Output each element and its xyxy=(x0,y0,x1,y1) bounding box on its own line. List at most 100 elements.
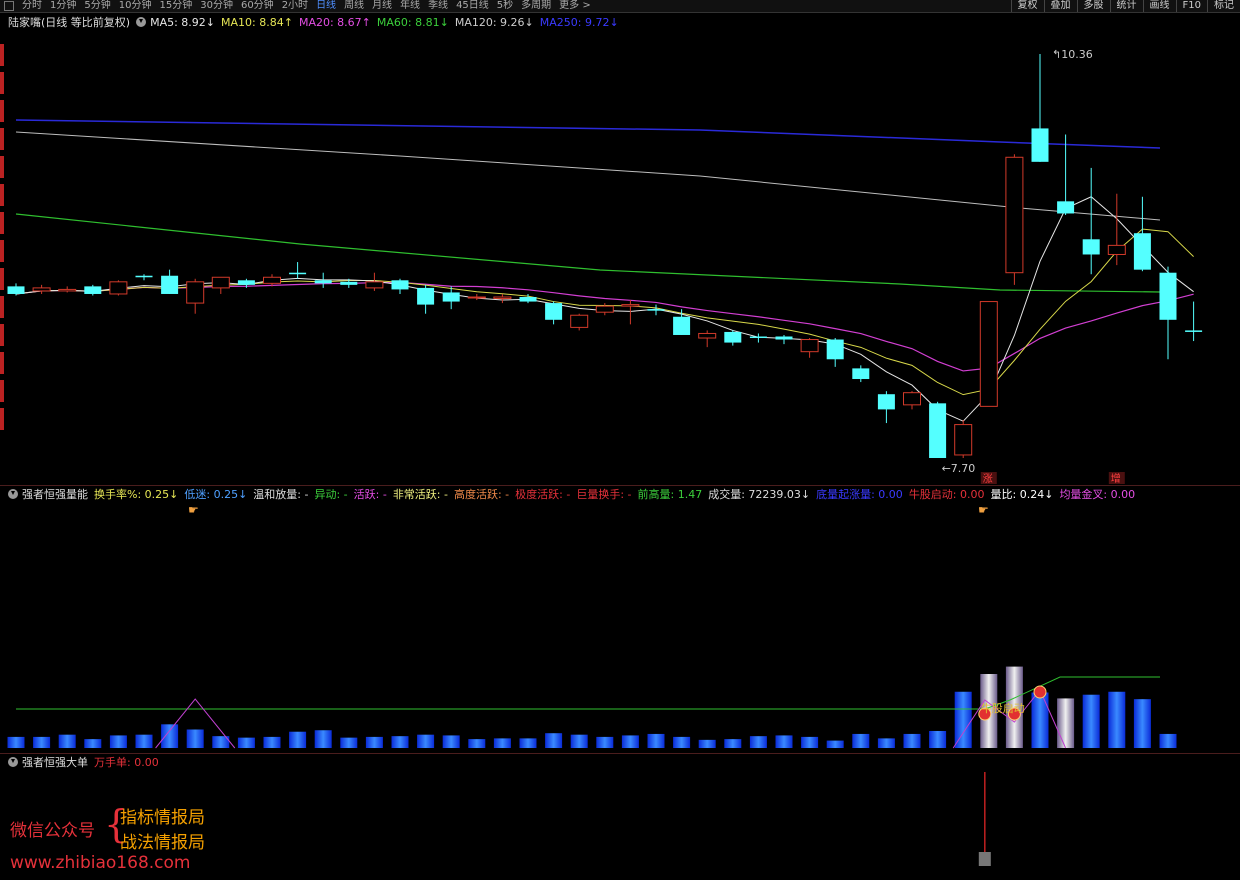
candle-body-up xyxy=(186,281,205,304)
candle-body-down xyxy=(1082,239,1100,255)
volume-bar xyxy=(929,730,947,748)
volume-bar xyxy=(109,735,127,748)
pointer-hand-icon: ☛ xyxy=(188,503,199,517)
ma120-line xyxy=(15,131,1161,221)
candle-body-down xyxy=(237,280,255,285)
ma250-line xyxy=(15,119,1161,149)
bigorder-marker xyxy=(978,852,991,866)
candle-body-up xyxy=(58,288,77,292)
bigorder-options-button[interactable] xyxy=(8,757,18,767)
volume-bar xyxy=(340,737,358,748)
volume-bar xyxy=(33,736,51,748)
volume-bar xyxy=(1057,698,1075,748)
candle-body-up xyxy=(1005,156,1024,274)
candle-body-up xyxy=(32,287,51,292)
volume-legend-item: 异动: - xyxy=(314,488,348,501)
volume-bar xyxy=(365,736,383,748)
bull-start-label: 牛股启动 xyxy=(981,701,1025,715)
volume-bar xyxy=(724,739,742,748)
candle-body-down xyxy=(929,403,947,458)
volume-bar xyxy=(1133,699,1151,748)
candle-body-down xyxy=(340,281,358,285)
candle-body-down xyxy=(391,280,409,290)
candle-body-up xyxy=(954,424,973,456)
volume-bar xyxy=(545,733,563,748)
candle-body-down xyxy=(161,275,179,294)
volume-legend: 强者恒强量能 换手率%: 0.25↓ 低迷: 0.25↓ 温和放量: - 异动: - 活… xyxy=(8,486,1141,502)
candle-body-down xyxy=(877,394,895,410)
volume-bar xyxy=(570,734,588,748)
low-price-label: ←7.70 xyxy=(942,462,976,475)
volume-bar xyxy=(314,730,332,748)
candle-body-down xyxy=(749,336,767,339)
candle-body-down xyxy=(673,316,691,335)
wechat-label: 微信公众号 xyxy=(10,821,95,841)
candle-body-down xyxy=(314,280,332,284)
volume-bar xyxy=(826,740,844,748)
candle-body-down xyxy=(852,368,870,380)
volume-options-button[interactable] xyxy=(8,489,18,499)
volume-bar xyxy=(493,738,511,748)
watermark-site: www.zhibiao168.com xyxy=(10,853,191,873)
volume-bar xyxy=(621,735,639,748)
volume-indicator-title: 强者恒强量能 xyxy=(22,488,88,501)
volume-legend-item: 极度活跃: - xyxy=(515,488,571,501)
candle-body-down xyxy=(84,286,102,294)
volume-bar xyxy=(647,733,665,748)
volume-legend-item: 温和放量: - xyxy=(253,488,309,501)
candle-body-up xyxy=(109,281,128,295)
volume-bar xyxy=(442,735,460,748)
volume-legend-item: 非常活跃: - xyxy=(392,488,448,501)
candle-body-down xyxy=(1057,201,1075,214)
volume-legend-item: 牛股启动: 0.00 xyxy=(908,488,985,501)
volume-legend-item: 巨量换手: - xyxy=(576,488,632,501)
volume-bar xyxy=(749,736,767,748)
candle-body-up xyxy=(800,339,819,353)
candle-body-down xyxy=(442,292,460,302)
volume-bar xyxy=(954,691,972,748)
watermark-line-2: 战法情报局 xyxy=(120,833,205,853)
candle-body-down xyxy=(7,286,25,294)
volume-bar xyxy=(135,734,153,748)
candle-body-down xyxy=(417,287,435,305)
candle-body-down xyxy=(826,339,844,360)
signal-ball-icon xyxy=(1033,685,1047,699)
bigorder-value: 万手单: 0.00 xyxy=(94,756,159,769)
panel-divider[interactable] xyxy=(0,753,1240,754)
marker-zeng: 增 xyxy=(1111,472,1121,485)
candle-body-up xyxy=(595,305,614,313)
candle-body-down xyxy=(1159,272,1177,320)
volume-bar xyxy=(1159,733,1177,748)
volume-bar xyxy=(391,736,409,748)
volume-bar xyxy=(1108,691,1126,748)
candle-body-down xyxy=(1133,233,1151,270)
volume-bar xyxy=(7,736,25,748)
volume-bar xyxy=(596,736,614,748)
volume-bar xyxy=(903,733,921,748)
volume-bar xyxy=(263,736,281,748)
volume-bar xyxy=(161,724,179,748)
candle-body-up xyxy=(903,392,921,406)
volume-bar xyxy=(289,731,307,748)
volume-bar xyxy=(58,734,76,748)
volume-legend-item: 高度活跃: - xyxy=(453,488,510,501)
volume-legend-item: 换手率%: 0.25↓ xyxy=(94,488,179,501)
volume-bar xyxy=(852,733,870,748)
candle-body-up xyxy=(570,314,589,328)
volume-bar xyxy=(186,729,204,748)
candle-body-up xyxy=(979,301,998,407)
candle-body-up xyxy=(493,296,512,300)
ma60-line xyxy=(15,213,1161,293)
candle-body-up xyxy=(467,296,486,299)
volume-bar xyxy=(1082,694,1100,748)
volume-bar xyxy=(84,739,102,748)
pointer-hand-icon: ☛ xyxy=(978,503,989,517)
volume-legend-item: 前高量: 1.47 xyxy=(637,488,703,501)
candle-body-down xyxy=(1031,128,1049,162)
volume-bar xyxy=(417,734,435,748)
candle-body-down xyxy=(775,336,793,340)
volume-bar xyxy=(673,736,691,748)
candle-body-down xyxy=(1185,330,1203,332)
volume-bar xyxy=(1031,692,1049,748)
high-price-label: ↰10.36 xyxy=(1052,48,1093,61)
